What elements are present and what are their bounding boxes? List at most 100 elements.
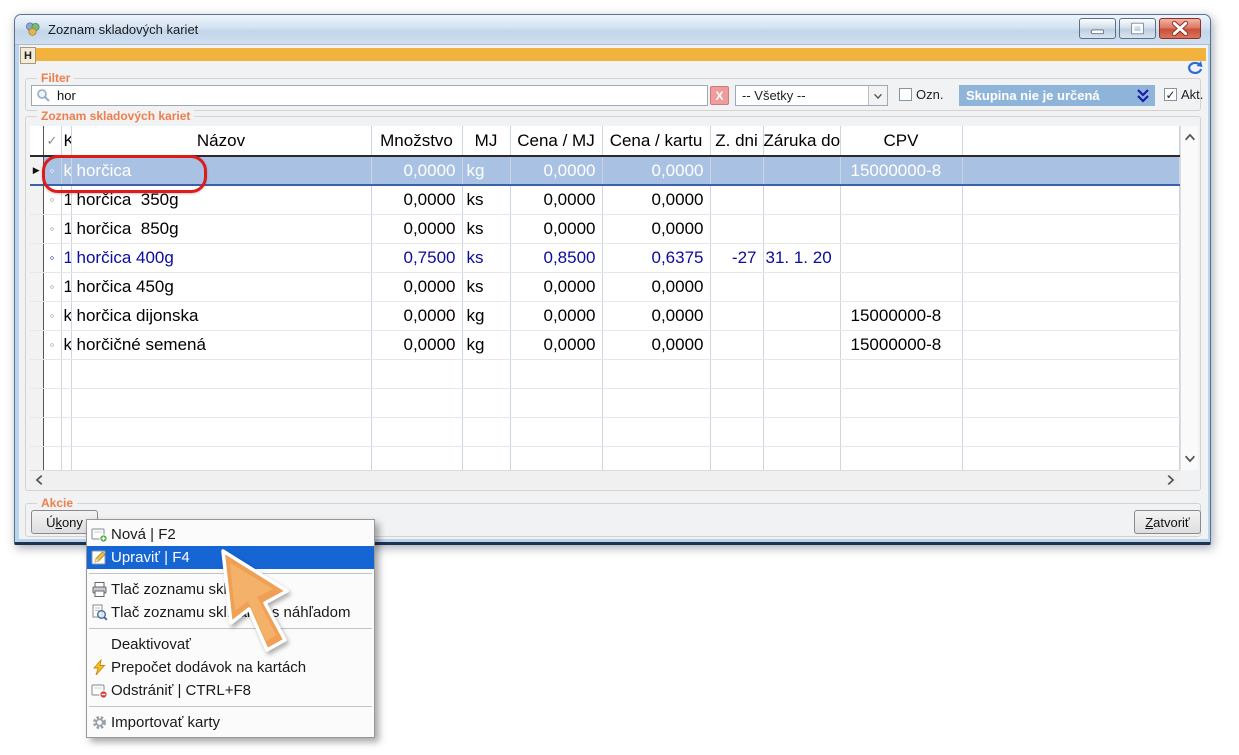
cell-cpv: [840, 185, 962, 214]
maximize-button[interactable]: [1119, 18, 1156, 39]
menu-item[interactable]: Nová | F2: [87, 523, 374, 546]
scroll-right-icon[interactable]: [1162, 472, 1178, 488]
cell-cpv: [840, 214, 962, 243]
new-card-icon: [91, 526, 111, 543]
screenshot-page: Zoznam skladových kariet: [0, 0, 1239, 755]
vertical-scrollbar[interactable]: [1180, 126, 1198, 470]
current-row-marker-icon: ▶: [33, 165, 40, 175]
checkbox-ozn[interactable]: [899, 88, 912, 101]
cell-z_dni: [710, 359, 763, 388]
cell-price_unit: [602, 446, 710, 470]
scroll-left-icon[interactable]: [32, 472, 48, 488]
scroll-up-icon[interactable]: [1182, 130, 1198, 146]
header-mj[interactable]: MJ: [462, 126, 510, 156]
cell-name: [71, 359, 371, 388]
cell-name: [71, 417, 371, 446]
printer-icon: [91, 581, 111, 598]
table-row[interactable]: ◦khorčičné semená0,0000kg0,00000,0000150…: [30, 330, 1180, 359]
close-button[interactable]: [1159, 18, 1201, 39]
row-selector-cell: [30, 330, 43, 359]
row-check-cell: ◦: [43, 156, 61, 185]
group-badge[interactable]: Skupina nie je určená: [959, 85, 1155, 106]
cell-code: k: [61, 156, 71, 185]
table-row[interactable]: ◦1horčica 850g0,0000ks0,00000,0000: [30, 214, 1180, 243]
refresh-icon[interactable]: [1186, 60, 1204, 77]
table-row[interactable]: ◦1horčica 450g0,0000ks0,00000,0000: [30, 272, 1180, 301]
table-row[interactable]: ◦1horčica 400g0,7500ks0,85000,6375-2731.…: [30, 243, 1180, 272]
row-selector-cell: ▶: [30, 156, 43, 185]
row-check-cell: [43, 359, 61, 388]
cell-code: 1: [61, 272, 71, 301]
table-row[interactable]: ◦khorčica dijonska0,0000kg0,00000,000015…: [30, 301, 1180, 330]
menu-item-label: Prepočet dodávok na kartách: [111, 659, 306, 676]
header-z-dni[interactable]: Z. dni: [710, 126, 763, 156]
cell-qty: 0,0000: [371, 214, 462, 243]
header-selector: [30, 126, 43, 156]
search-input[interactable]: hor: [31, 85, 708, 106]
row-selector-cell: [30, 388, 43, 417]
cell-empty: [962, 156, 1180, 185]
header-name[interactable]: Názov: [71, 126, 371, 156]
cell-price_mj: [510, 417, 602, 446]
double-chevron-down-icon: [1136, 89, 1150, 103]
cell-code: k: [61, 330, 71, 359]
cell-code: 1: [61, 243, 71, 272]
cell-qty: 0,0000: [371, 272, 462, 301]
horizontal-scrollbar[interactable]: [30, 470, 1180, 488]
chevron-down-icon: [872, 90, 884, 102]
cell-zaruka: [763, 272, 840, 301]
ozn-label: Ozn.: [916, 87, 943, 102]
row-check-cell: ◦: [43, 243, 61, 272]
tab-h[interactable]: H: [20, 47, 36, 64]
cell-qty: [371, 417, 462, 446]
cell-price_mj: 0,0000: [510, 272, 602, 301]
cell-price_unit: 0,0000: [602, 156, 710, 185]
row-selector-cell: [30, 272, 43, 301]
header-cpv[interactable]: CPV: [840, 126, 962, 156]
cell-name: [71, 446, 371, 470]
row-selector-cell: [30, 446, 43, 470]
menu-item[interactable]: Odstrániť | CTRL+F8: [87, 679, 374, 702]
checkbox-akt[interactable]: ✓: [1164, 88, 1177, 101]
maximize-icon: [1120, 18, 1155, 39]
cell-z_dni: [710, 301, 763, 330]
cell-cpv: 15000000-8: [840, 301, 962, 330]
cell-name: horčica 350g: [71, 185, 371, 214]
zatvorit-button[interactable]: Zatvoriť: [1134, 510, 1201, 534]
cell-zaruka: [763, 417, 840, 446]
search-value: hor: [57, 88, 76, 103]
dropdown-button[interactable]: [868, 86, 887, 105]
menu-item-label: Importovať karty: [111, 714, 220, 731]
cell-code: 1: [61, 214, 71, 243]
header-qty[interactable]: Množstvo: [371, 126, 462, 156]
scroll-down-icon[interactable]: [1182, 450, 1198, 466]
cell-name: horčica 450g: [71, 272, 371, 301]
cell-name: horčica: [71, 156, 371, 185]
cell-name: horčičné semená: [71, 330, 371, 359]
header-price-unit[interactable]: Cena / kartu: [602, 126, 710, 156]
grid-group-label: Zoznam skladových kariet: [37, 109, 194, 123]
cell-price_mj: 0,0000: [510, 330, 602, 359]
header-check[interactable]: ✓: [43, 126, 61, 156]
close-icon: [1160, 18, 1200, 39]
cell-zaruka: [763, 359, 840, 388]
menu-item-label: Odstrániť | CTRL+F8: [111, 682, 251, 699]
category-dropdown[interactable]: -- Všetky --: [735, 85, 888, 106]
table-row[interactable]: ◦1horčica 350g0,0000ks0,00000,0000: [30, 185, 1180, 214]
menu-item[interactable]: Prepočet dodávok na kartách: [87, 656, 374, 679]
header-zaruka[interactable]: Záruka do: [763, 126, 840, 156]
minimize-button[interactable]: [1079, 18, 1116, 39]
cell-mj: [462, 388, 510, 417]
cell-qty: [371, 446, 462, 470]
clear-filter-button[interactable]: X: [710, 86, 729, 105]
cell-price_mj: 0,0000: [510, 156, 602, 185]
header-price-mj[interactable]: Cena / MJ: [510, 126, 602, 156]
menu-item[interactable]: Importovať karty: [87, 711, 374, 734]
cell-price_unit: 0,0000: [602, 272, 710, 301]
search-icon: [36, 88, 51, 103]
row-selector-cell: [30, 214, 43, 243]
header-code[interactable]: K: [61, 126, 71, 156]
table-row[interactable]: ▶◦khorčica0,0000kg0,00000,000015000000-8: [30, 156, 1180, 185]
cell-price_mj: [510, 446, 602, 470]
cell-zaruka: [763, 185, 840, 214]
